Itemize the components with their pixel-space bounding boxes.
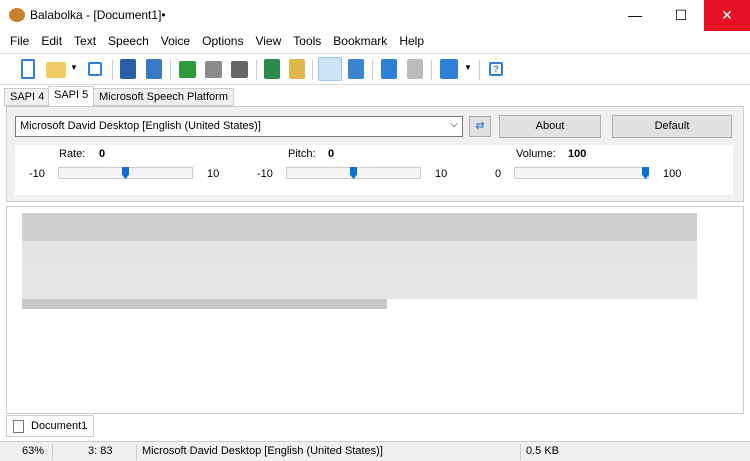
- chevron-down-icon: ⌵: [450, 119, 458, 130]
- save-audio-split-icon[interactable]: [146, 59, 162, 79]
- window-title: Balabolka - [Document1]•: [30, 8, 166, 22]
- redacted-text: [22, 269, 697, 299]
- engine-tabs: SAPI 4 SAPI 5 Microsoft Speech Platform: [0, 86, 750, 107]
- bookmark-add-icon[interactable]: [381, 59, 397, 79]
- save-audio-icon[interactable]: [120, 59, 136, 79]
- rate-value: 0: [99, 148, 106, 160]
- voice-select-value: Microsoft David Desktop [English (United…: [20, 120, 261, 132]
- pause-icon[interactable]: [205, 61, 222, 78]
- minimize-button[interactable]: —: [612, 0, 658, 31]
- voice-panel: Microsoft David Desktop [English (United…: [6, 106, 744, 202]
- text-editor[interactable]: [6, 206, 744, 414]
- play-file-icon[interactable]: [289, 59, 305, 79]
- status-voice: Microsoft David Desktop [English (United…: [142, 445, 383, 457]
- voice-dropdown-icon[interactable]: [440, 59, 458, 79]
- play-clipboard-icon[interactable]: [264, 59, 280, 79]
- rate-min: -10: [29, 168, 45, 180]
- voice-select[interactable]: Microsoft David Desktop [English (United…: [15, 116, 463, 137]
- pitch-value: 0: [328, 148, 335, 160]
- maximize-button[interactable]: ☐: [658, 0, 704, 31]
- title-bar: Balabolka - [Document1]• — ☐ ✕: [0, 0, 750, 31]
- app-icon: [9, 8, 25, 22]
- refresh-voices-button[interactable]: ⇄: [469, 116, 491, 137]
- status-position: 3: 83: [88, 445, 113, 457]
- volume-min: 0: [495, 168, 502, 180]
- menu-voice[interactable]: Voice: [155, 31, 196, 51]
- volume-max: 100: [663, 168, 682, 180]
- menu-bar: File Edit Text Speech Voice Options View…: [0, 31, 750, 51]
- rate-max: 10: [207, 168, 220, 180]
- close-button[interactable]: ✕: [704, 0, 750, 31]
- read-clipboard-icon[interactable]: [318, 57, 342, 81]
- menu-edit[interactable]: Edit: [35, 31, 68, 51]
- play-icon[interactable]: [179, 61, 196, 78]
- tab-sapi5[interactable]: SAPI 5: [48, 86, 95, 107]
- redacted-text: [22, 299, 387, 309]
- open-icon[interactable]: [46, 62, 66, 78]
- volume-value: 100: [568, 148, 587, 160]
- voice-dropdown-arrow[interactable]: ▼: [464, 63, 472, 83]
- sliders-area: Rate: 0 -10 10 Pitch: 0 -10 10 Volume: 1…: [15, 145, 733, 195]
- redacted-text: [22, 213, 697, 241]
- document-icon: [13, 420, 24, 433]
- about-button[interactable]: About: [499, 115, 601, 138]
- rate-label: Rate:: [59, 148, 86, 160]
- open-dropdown-icon[interactable]: ▼: [70, 63, 78, 83]
- status-zoom: 63%: [22, 445, 45, 457]
- status-bar: 63% 3: 83 Microsoft David Desktop [Engli…: [0, 441, 750, 461]
- pitch-min: -10: [257, 168, 273, 180]
- save-icon[interactable]: [88, 62, 102, 76]
- document-tab[interactable]: Document1: [6, 415, 94, 437]
- volume-label: Volume:: [516, 148, 556, 160]
- menu-speech[interactable]: Speech: [102, 31, 155, 51]
- pitch-label: Pitch:: [288, 148, 316, 160]
- menu-help[interactable]: Help: [393, 31, 430, 51]
- status-size: 0.5 KB: [526, 445, 560, 457]
- menu-options[interactable]: Options: [196, 31, 249, 51]
- help-icon[interactable]: ?: [489, 62, 503, 76]
- document-tab-label: Document1: [31, 420, 88, 432]
- volume-slider[interactable]: [514, 167, 649, 179]
- pitch-max: 10: [435, 168, 448, 180]
- toolbar: ▼ ▼ ?: [0, 53, 750, 85]
- menu-tools[interactable]: Tools: [287, 31, 327, 51]
- default-button[interactable]: Default: [612, 115, 732, 138]
- menu-view[interactable]: View: [249, 31, 287, 51]
- bookmark-icon[interactable]: [407, 59, 423, 79]
- tab-speech-platform[interactable]: Microsoft Speech Platform: [93, 88, 234, 106]
- tab-sapi4[interactable]: SAPI 4: [4, 88, 51, 106]
- menu-text[interactable]: Text: [68, 31, 102, 51]
- menu-bookmark[interactable]: Bookmark: [327, 31, 393, 51]
- redacted-text: [22, 241, 697, 269]
- spell-icon[interactable]: [348, 59, 364, 79]
- menu-file[interactable]: File: [4, 31, 35, 51]
- stop-icon[interactable]: [231, 61, 248, 78]
- new-icon[interactable]: [21, 59, 35, 79]
